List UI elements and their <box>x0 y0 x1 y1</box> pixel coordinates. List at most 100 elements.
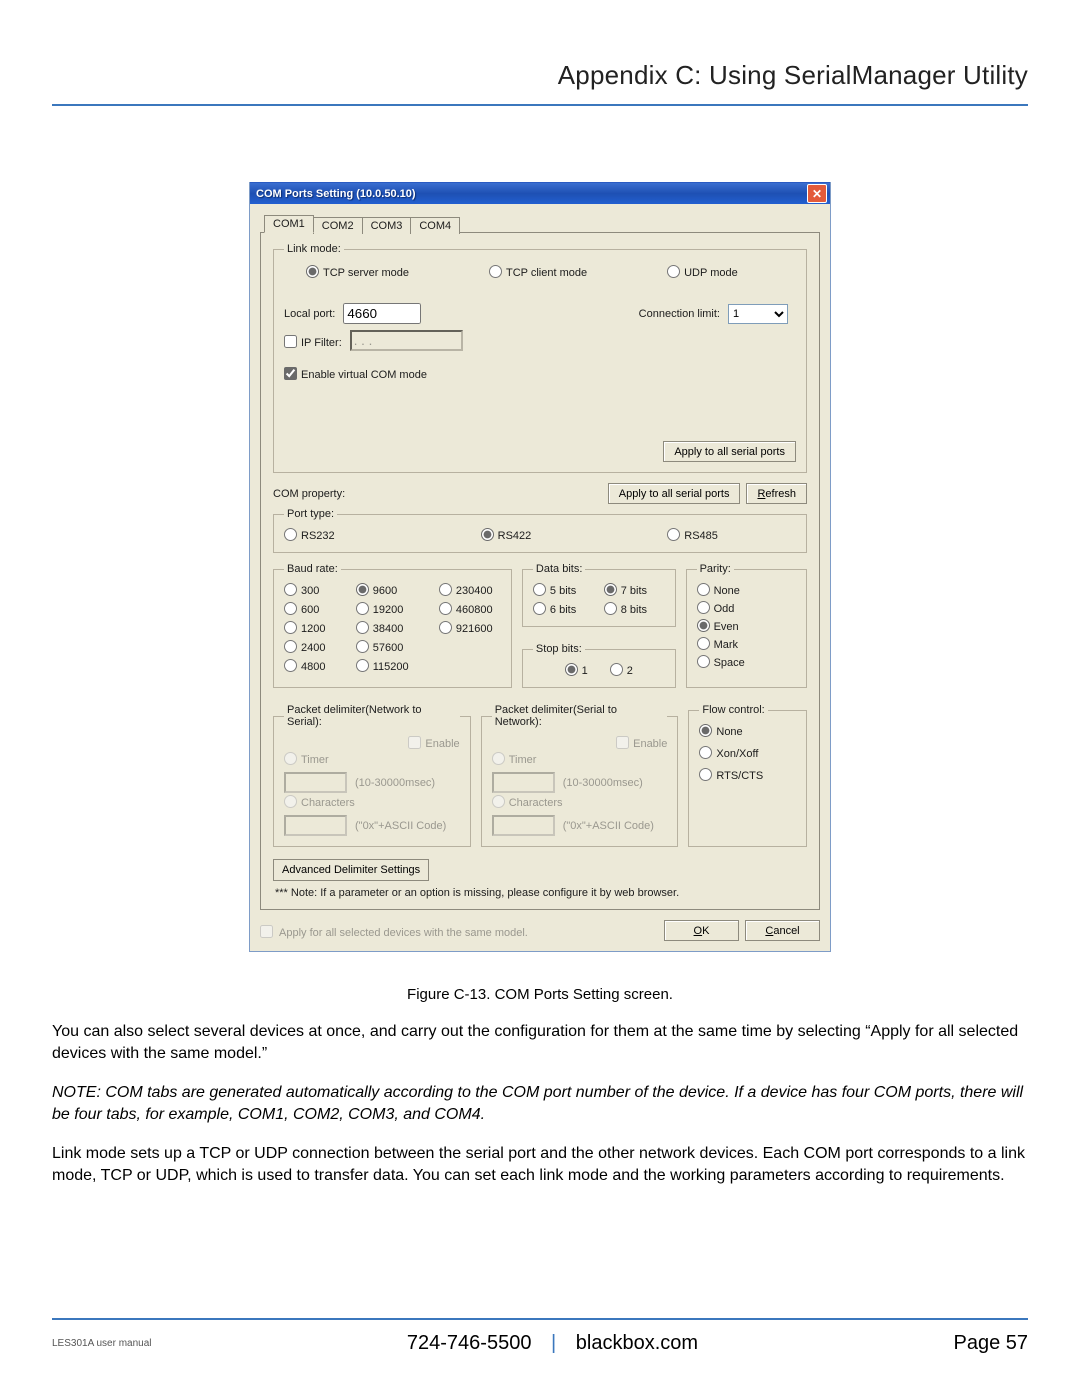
s2n-chars-hint: ("0x"+ASCII Code) <box>563 820 654 832</box>
titlebar: COM Ports Setting (10.0.50.10) ✕ <box>250 182 830 204</box>
paragraph-1: You can also select several devices at o… <box>52 1021 1028 1064</box>
stop-bits-legend: Stop bits: <box>533 643 585 655</box>
link-mode-legend: Link mode: <box>284 243 344 255</box>
radio-rs232[interactable]: RS232 <box>284 526 335 542</box>
ok-button[interactable]: OK <box>664 920 739 941</box>
ip-filter-input <box>350 330 463 351</box>
enable-vcom-check[interactable]: Enable virtual COM mode <box>284 365 427 381</box>
footer-manual-name: LES301A user manual <box>52 1338 152 1349</box>
radio-flow-none[interactable]: None <box>699 722 796 738</box>
radio-udp[interactable]: UDP mode <box>667 263 738 279</box>
data-bits-group: Data bits: 5 bits 7 bits 6 bits 8 bits <box>522 563 676 627</box>
radio-baud-2400[interactable]: 2400 <box>284 638 334 654</box>
conn-limit-select[interactable]: 1 <box>728 304 788 324</box>
tab-strip: COM1 COM2 COM3 COM4 <box>264 210 820 232</box>
flow-legend: Flow control: <box>699 704 767 716</box>
n2s-chars-hint: ("0x"+ASCII Code) <box>355 820 446 832</box>
radio-baud-230400[interactable]: 230400 <box>439 581 501 597</box>
baud-legend: Baud rate: <box>284 563 341 575</box>
ip-filter-check[interactable]: IP Filter: <box>284 333 342 349</box>
radio-parity-odd[interactable]: Odd <box>697 599 796 615</box>
radio-8bits[interactable]: 8 bits <box>604 600 665 616</box>
n2s-chars-input <box>284 815 347 836</box>
parity-group: Parity: None Odd Even Mark Space <box>686 563 807 688</box>
radio-tcp-server[interactable]: TCP server mode <box>306 263 409 279</box>
delim-s2n-enable[interactable]: Enable <box>616 734 667 750</box>
baud-group: Baud rate: 300 9600 230400 600 19200 460… <box>273 563 512 688</box>
local-port-label: Local port: <box>284 308 335 320</box>
com-property-label: COM property: <box>273 488 608 500</box>
tab-com3[interactable]: COM3 <box>362 217 412 234</box>
radio-baud-57600[interactable]: 57600 <box>356 638 417 654</box>
apply-all-devices-check[interactable]: Apply for all selected devices with the … <box>260 923 528 939</box>
dialog-title: COM Ports Setting (10.0.50.10) <box>256 188 416 200</box>
delim-n2s-enable[interactable]: Enable <box>408 734 459 750</box>
close-icon[interactable]: ✕ <box>807 184 827 203</box>
radio-baud-600[interactable]: 600 <box>284 600 334 616</box>
footer-phone: 724-746-5500 <box>407 1332 532 1354</box>
radio-parity-mark[interactable]: Mark <box>697 635 796 651</box>
radio-n2s-chars: Characters <box>284 797 355 809</box>
delim-n2s-group: Packet delimiter(Network to Serial): Ena… <box>273 704 471 847</box>
footer-site: blackbox.com <box>576 1332 698 1354</box>
radio-s2n-chars: Characters <box>492 797 563 809</box>
radio-parity-space[interactable]: Space <box>697 653 796 669</box>
radio-stop-1[interactable]: 1 <box>565 661 588 677</box>
conn-limit-label: Connection limit: <box>639 308 720 320</box>
radio-parity-even[interactable]: Even <box>697 617 796 633</box>
tab-com2[interactable]: COM2 <box>313 217 363 234</box>
page-footer: LES301A user manual 724-746-5500 | black… <box>52 1318 1028 1355</box>
radio-baud-115200[interactable]: 115200 <box>356 657 417 673</box>
radio-baud-9600[interactable]: 9600 <box>356 581 417 597</box>
data-bits-legend: Data bits: <box>533 563 585 575</box>
apply-all-ports-button-1[interactable]: Apply to all serial ports <box>663 441 796 462</box>
radio-baud-460800[interactable]: 460800 <box>439 600 501 616</box>
radio-rs422[interactable]: RS422 <box>481 526 532 542</box>
radio-baud-4800[interactable]: 4800 <box>284 657 334 673</box>
paragraph-3: Link mode sets up a TCP or UDP connectio… <box>52 1143 1028 1186</box>
radio-7bits[interactable]: 7 bits <box>604 581 665 597</box>
radio-flow-xonxoff[interactable]: Xon/Xoff <box>699 744 796 760</box>
missing-param-note: *** Note: If a parameter or an option is… <box>275 887 805 899</box>
advanced-delimiter-button[interactable]: Advanced Delimiter Settings <box>273 859 429 881</box>
page-title: Appendix C: Using SerialManager Utility <box>52 60 1028 106</box>
radio-baud-38400[interactable]: 38400 <box>356 619 417 635</box>
radio-n2s-timer: Timer <box>284 754 329 766</box>
screenshot-figure: COM Ports Setting (10.0.50.10) ✕ COM1 CO… <box>52 182 1028 952</box>
radio-tcp-client[interactable]: TCP client mode <box>489 263 587 279</box>
s2n-chars-input <box>492 815 555 836</box>
dialog-window: COM Ports Setting (10.0.50.10) ✕ COM1 CO… <box>249 182 831 952</box>
parity-legend: Parity: <box>697 563 734 575</box>
delim-s2n-legend: Packet delimiter(Serial to Network): <box>492 704 668 728</box>
footer-divider: | <box>551 1332 556 1354</box>
tab-com1[interactable]: COM1 <box>264 215 314 233</box>
radio-flow-rtscts[interactable]: RTS/CTS <box>699 766 796 782</box>
radio-5bits[interactable]: 5 bits <box>533 581 594 597</box>
flow-control-group: Flow control: None Xon/Xoff RTS/CTS <box>688 704 807 847</box>
delim-n2s-legend: Packet delimiter(Network to Serial): <box>284 704 460 728</box>
apply-all-ports-button-2[interactable]: Apply to all serial ports <box>608 483 741 504</box>
radio-baud-19200[interactable]: 19200 <box>356 600 417 616</box>
s2n-timer-hint: (10-30000msec) <box>563 777 643 789</box>
radio-stop-2[interactable]: 2 <box>610 661 633 677</box>
radio-baud-921600[interactable]: 921600 <box>439 619 501 635</box>
delim-s2n-group: Packet delimiter(Serial to Network): Ena… <box>481 704 679 847</box>
radio-6bits[interactable]: 6 bits <box>533 600 594 616</box>
s2n-timer-input <box>492 772 555 793</box>
port-type-group: Port type: RS232 RS422 RS485 <box>273 508 807 553</box>
radio-s2n-timer: Timer <box>492 754 537 766</box>
tab-com4[interactable]: COM4 <box>410 217 460 234</box>
radio-baud-300[interactable]: 300 <box>284 581 334 597</box>
footer-page-number: Page 57 <box>953 1332 1028 1355</box>
paragraph-2-note: NOTE: COM tabs are generated automatical… <box>52 1082 1028 1125</box>
link-mode-group: Link mode: TCP server mode TCP client mo… <box>273 243 807 473</box>
radio-rs485[interactable]: RS485 <box>667 526 718 542</box>
port-type-legend: Port type: <box>284 508 337 520</box>
radio-parity-none[interactable]: None <box>697 581 796 597</box>
stop-bits-group: Stop bits: 1 2 <box>522 643 676 688</box>
local-port-input[interactable] <box>343 303 421 324</box>
n2s-timer-input <box>284 772 347 793</box>
radio-baud-1200[interactable]: 1200 <box>284 619 334 635</box>
refresh-button[interactable]: Refresh <box>746 483 807 504</box>
cancel-button[interactable]: Cancel <box>745 920 820 941</box>
